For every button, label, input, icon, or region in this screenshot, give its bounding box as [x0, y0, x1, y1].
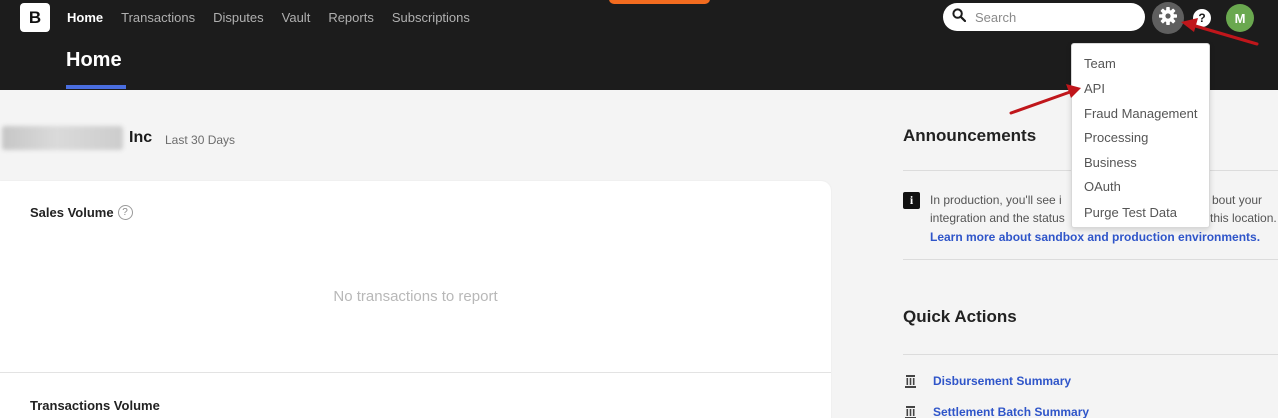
menu-item-api[interactable]: API	[1084, 81, 1105, 96]
merchant-name: Inc	[129, 129, 153, 146]
search-icon	[952, 7, 967, 27]
announcement-text-line2-right: this location.	[1210, 211, 1277, 225]
nav-home[interactable]: Home	[67, 10, 103, 25]
menu-item-processing[interactable]: Processing	[1084, 130, 1148, 145]
redacted-merchant-name	[2, 126, 123, 150]
date-range-label: Last 30 Days	[165, 133, 236, 147]
info-icon: i	[903, 192, 920, 209]
transactions-volume-title: Transactions Volume	[30, 398, 160, 413]
search-input[interactable]	[975, 9, 1135, 25]
building-icon	[905, 405, 916, 418]
sales-volume-label: Sales Volume	[30, 205, 114, 220]
sales-volume-help-icon[interactable]: ?	[117, 205, 133, 220]
transactions-volume-label: Transactions Volume	[30, 398, 160, 413]
nav-transactions[interactable]: Transactions	[121, 10, 195, 25]
nav-vault[interactable]: Vault	[282, 10, 311, 25]
menu-item-purge-test-data[interactable]: Purge Test Data	[1084, 205, 1177, 220]
empty-state-message: No transactions to report	[333, 288, 498, 305]
sandbox-production-link[interactable]: Learn more about sandbox and production …	[930, 230, 1260, 244]
menu-item-oauth[interactable]: OAuth	[1084, 179, 1121, 194]
environment-badge	[609, 0, 710, 4]
settings-button[interactable]	[1152, 2, 1184, 34]
braintree-logo[interactable]: B	[20, 3, 50, 32]
announcement-text-line1-left: In production, you'll see i	[930, 193, 1062, 207]
announcement-text-line2-left: integration and the status	[930, 211, 1065, 225]
page-title: Home	[66, 49, 122, 71]
sales-volume-title: Sales Volume ?	[30, 205, 133, 220]
quick-action-disbursement-summary[interactable]: Disbursement Summary	[905, 374, 1071, 388]
quick-actions-heading: Quick Actions	[903, 307, 1017, 326]
card-divider	[0, 372, 831, 373]
quick-action-settlement-batch-summary[interactable]: Settlement Batch Summary	[905, 405, 1089, 418]
announcements-bottom-rule	[903, 259, 1278, 260]
announcement-text-line1-right: bout your	[1212, 193, 1263, 207]
quick-action-label: Settlement Batch Summary	[933, 405, 1090, 418]
settings-dropdown-menu: Team API Fraud Management Processing Bus…	[1071, 43, 1210, 228]
nav-subscriptions[interactable]: Subscriptions	[392, 10, 470, 25]
gear-icon	[1158, 6, 1178, 31]
quick-action-label: Disbursement Summary	[933, 374, 1072, 388]
nav-reports[interactable]: Reports	[328, 10, 374, 25]
help-button[interactable]: ?	[1193, 9, 1211, 27]
search-box[interactable]	[943, 3, 1145, 31]
menu-item-business[interactable]: Business	[1084, 155, 1137, 170]
nav-disputes[interactable]: Disputes	[213, 10, 264, 25]
page-title-underline	[66, 85, 126, 89]
volume-card: Sales Volume ? No transactions to report…	[0, 181, 831, 418]
building-icon	[905, 374, 916, 388]
main-nav: Home Transactions Disputes Vault Reports…	[67, 0, 488, 34]
menu-item-team[interactable]: Team	[1084, 56, 1116, 71]
quick-actions-rule	[903, 354, 1278, 355]
user-avatar[interactable]: M	[1226, 4, 1254, 32]
menu-item-fraud-management[interactable]: Fraud Management	[1084, 106, 1197, 121]
announcements-heading: Announcements	[903, 126, 1037, 145]
